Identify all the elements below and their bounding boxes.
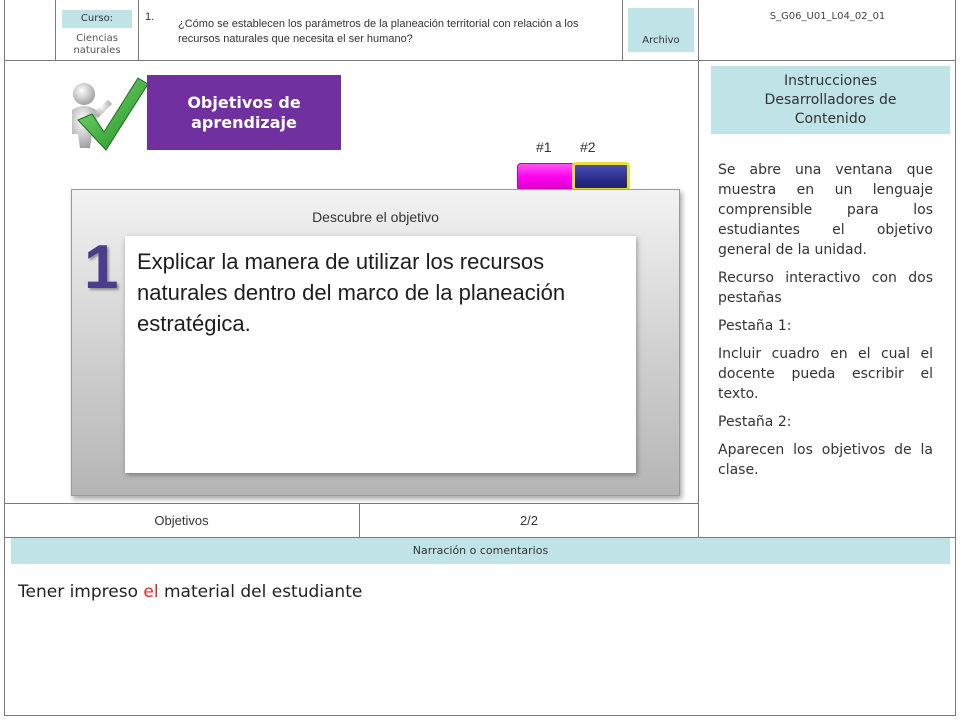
narration-text: Tener impreso el material del estudiante <box>18 582 362 602</box>
border-left <box>4 0 5 716</box>
banner-line-2: aprendizaje <box>191 112 297 132</box>
curso-label: Curso: <box>62 10 132 28</box>
lesson-code: S_G06_U01_L04_02_01 <box>769 11 886 22</box>
header-div-2 <box>138 0 139 60</box>
footer-objetivos: Objetivos <box>154 513 209 528</box>
instruction-paragraph: Recurso interactivo con dos pestañas <box>718 270 933 306</box>
footer-top-line <box>4 503 698 504</box>
objective-text: Explicar la manera de utilizar los recur… <box>137 249 566 336</box>
objectives-banner: Objetivos de aprendizaje <box>147 75 341 150</box>
narration-header: Narración o comentarios <box>11 538 950 564</box>
border-bottom <box>4 715 956 716</box>
footer-page: 2/2 <box>519 513 539 528</box>
instruction-paragraph: Incluir cuadro en el cual el docente pue… <box>718 346 933 402</box>
tab-2-button[interactable] <box>572 162 630 191</box>
instructions-header-text: Instrucciones Desarrolladores de Conteni… <box>764 72 897 127</box>
narration-text-highlight: el <box>143 582 159 602</box>
instruction-paragraph: Se abre una ventana que muestra en un le… <box>718 162 933 258</box>
checkmark-figure-icon <box>64 72 150 152</box>
tab-2-label: #2 <box>580 139 596 155</box>
border-right <box>955 0 956 716</box>
instruction-paragraph: Pestaña 2: <box>718 414 792 430</box>
header-div-1 <box>55 0 56 60</box>
question-number: 1. <box>145 11 155 23</box>
header-div-4 <box>698 0 699 60</box>
tab-1-label: #1 <box>536 139 552 155</box>
header-div-3 <box>622 0 623 60</box>
curso-value: Ciencias naturales <box>73 33 121 56</box>
tab-1-button[interactable] <box>517 163 575 191</box>
instructions-header: Instrucciones Desarrolladores de Conteni… <box>711 66 950 134</box>
panel-title: Descubre el objetivo <box>312 209 439 225</box>
instruction-paragraph: Aparecen los objetivos de la clase. <box>718 442 933 478</box>
archivo-label-text: Archivo <box>642 35 680 46</box>
right-column-line <box>698 60 699 537</box>
header-bottom-line <box>4 60 956 61</box>
instructions-body: Se abre una ventana que muestra en un le… <box>718 160 933 488</box>
question-text: ¿Cómo se establecen los parámetros de la… <box>178 18 579 45</box>
instruction-paragraph: Pestaña 1: <box>718 318 792 334</box>
archivo-label: Archivo <box>628 8 694 52</box>
objective-card[interactable]: Explicar la manera de utilizar los recur… <box>125 236 636 473</box>
objective-number: 1 <box>84 233 119 302</box>
banner-line-1: Objetivos de <box>187 92 301 112</box>
narration-text-after: material del estudiante <box>158 582 363 602</box>
narration-text-before: Tener impreso <box>18 582 144 602</box>
